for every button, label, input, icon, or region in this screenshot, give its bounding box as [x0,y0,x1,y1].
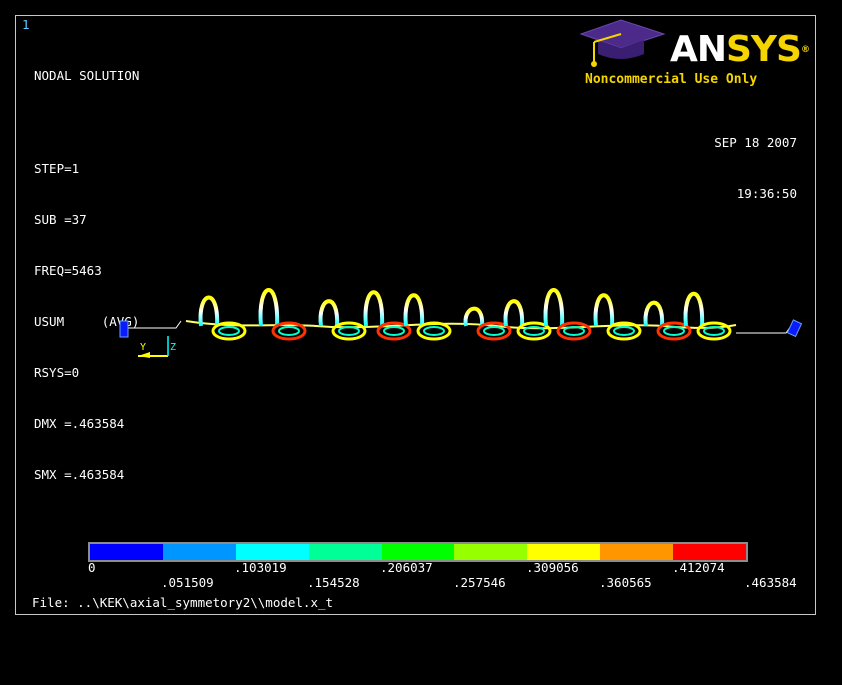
coordinate-triad: Y Z [138,336,176,358]
ribbon-loop [503,299,525,327]
legend-top-label: .309056 [526,560,579,575]
ribbon-loop [593,293,615,327]
model-geometry [119,288,803,341]
ansys-wordmark: ANSYS® [670,29,810,70]
legend-bottom-label: .051509 [161,575,214,590]
legend-swatch [381,544,455,560]
contour-legend-bar [88,542,748,562]
triad-z-label: Z [170,342,176,353]
ribbon-loop [643,300,665,327]
end-block-right [786,319,803,338]
legend-swatch [527,544,601,560]
info-line: DMX =.463584 [34,416,125,431]
legend-bottom-label: .154528 [307,575,360,590]
ribbon-ring [556,321,592,341]
info-line: NODAL SOLUTION [34,68,140,83]
legend-swatch [673,544,747,560]
timestamp: SEP 18 2007 19:36:50 [714,100,797,236]
ribbon-ring [696,321,732,341]
legend-top-label: .103019 [234,560,287,575]
info-line: SMX =.463584 [34,467,125,482]
ribbon-ring-inner [338,326,360,336]
info-line [34,118,139,126]
ribbon-ring [416,321,452,341]
graduation-cap-icon [579,19,666,67]
legend-swatch [162,544,236,560]
wire-left [126,320,182,329]
legend-swatch [600,544,674,560]
info-line: SUB =37 [34,212,87,227]
ribbon-loop [198,295,220,327]
file-path: File: ..\KEK\axial_symmetory2\\model.x_t [32,595,334,610]
window-number: 1 [22,17,30,32]
model-plot[interactable] [116,271,816,371]
registered-mark: ® [800,45,810,55]
end-block-left [119,320,129,338]
ribbon-loop [403,293,425,327]
wire-right [736,325,792,334]
ribbon-ring-inner [613,326,635,336]
ribbon-ring-inner [483,326,505,336]
ribbon-ring-inner [218,326,240,336]
legend-bottom-label: .257546 [453,575,506,590]
ribbon-loop [543,288,565,327]
ribbon-ring-inner [663,326,685,336]
ribbon-ring-inner [278,326,300,336]
legend-top-label: .206037 [380,560,433,575]
legend-swatch [308,544,382,560]
legend-bottom-label: .360565 [599,575,652,590]
time-text: 19:36:50 [736,186,797,201]
graphics-viewport[interactable]: 1 NODAL SOLUTION STEP=1 SUB =37 FREQ=546… [15,15,816,615]
ribbon-ring-inner [423,326,445,336]
date-text: SEP 18 2007 [714,135,797,150]
legend-top-label: .412074 [672,560,725,575]
legend-swatch [454,544,528,560]
ribbon-ring-inner [383,326,405,336]
ribbon-spine [185,320,737,330]
logo-sys: SYS [726,29,802,70]
triad-y-label: Y [140,342,146,353]
legend-top-label: 0 [88,560,96,575]
legend-swatch [235,544,309,560]
ribbon-loop [318,299,340,327]
logo-an: AN [670,29,727,70]
license-text: Noncommercial Use Only [585,72,758,87]
ribbon-loop [363,290,385,327]
legend-swatch [90,544,163,560]
info-line: STEP=1 [34,161,80,176]
ribbon-loop [258,288,280,327]
ribbon-loop [683,291,705,327]
ribbon-ring [331,321,367,341]
legend-bottom-label: .463584 [744,575,797,590]
